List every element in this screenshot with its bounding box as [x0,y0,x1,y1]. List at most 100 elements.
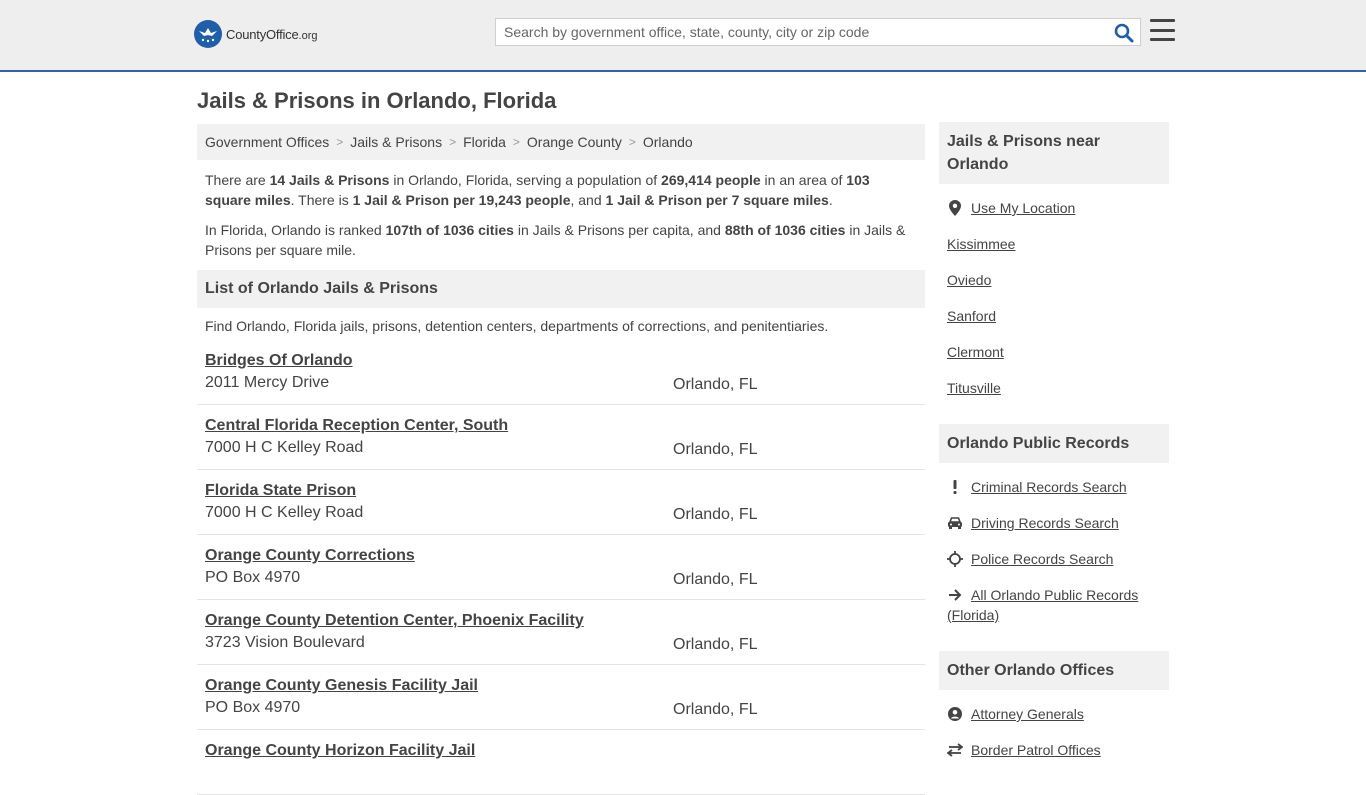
intro-text-span: In Florida, Orlando is ranked [205,222,386,238]
city-link-clermont[interactable]: Clermont [947,342,1004,362]
listing-city: Orlando, FL [673,571,758,588]
listing-name-link[interactable]: Orange County Horizon Facility Jail [205,742,475,760]
listing-address: 2011 Mercy Drive [205,374,330,391]
listing-city: Orlando, FL [673,701,758,718]
car-icon [947,513,963,533]
sidebar-other-title: Other Orlando Offices [939,651,1169,690]
main-content: Government Offices > Jails & Prisons > F… [197,124,925,795]
intro-bold-span: 1 Jail & Prison per 7 square miles [605,192,829,208]
breadcrumb-jails-prisons[interactable]: Jails & Prisons [350,134,442,150]
border-patrol-link[interactable]: Border Patrol Offices [971,740,1101,760]
breadcrumb-chevron-icon: > [512,135,520,149]
intro-bold-span: 88th of 1036 cities [724,222,846,238]
sidebar-near-list: Use My Location Kissimmee Oviedo Sanford… [939,184,1169,424]
intro-text-span: in an area of [760,172,847,188]
sidebar-other-list: Attorney Generals Border Patrol Offices [939,690,1169,786]
city-link-titusville[interactable]: Titusville [947,378,1001,398]
listing-name-link[interactable]: Orange County Genesis Facility Jail [205,677,478,695]
city-link-sanford[interactable]: Sanford [947,306,996,326]
criminal-records-link[interactable]: Criminal Records Search [971,477,1127,497]
intro-paragraph-stats: There are 14 Jails & Prisons in Orlando,… [205,170,917,210]
logo-name: CountyOffice [226,26,299,42]
breadcrumb: Government Offices > Jails & Prisons > F… [197,124,925,160]
sidebar-item-use-location: Use My Location [947,198,1161,218]
logo-eagle-icon [194,20,222,48]
sidebar-item-border-patrol: Border Patrol Offices [947,740,1161,760]
sidebar-records-title: Orlando Public Records [939,424,1169,463]
list-item: Bridges Of Orlando 2011 Mercy Drive Orla… [197,340,925,405]
breadcrumb-chevron-icon: > [336,135,344,149]
intro-bold-span: 107th of 1036 cities [385,222,514,238]
breadcrumb-chevron-icon: > [628,135,636,149]
sidebar-item-city: Titusville [947,378,1161,398]
search-button[interactable] [1114,23,1134,43]
listing-name-link[interactable]: Orange County Corrections [205,547,415,565]
crosshair-icon [947,549,963,569]
listing-city: Orlando, FL [673,636,758,653]
sidebar-near-title: Jails & Prisons near Orlando [939,122,1169,184]
search-icon [1114,23,1134,43]
list-description: Find Orlando, Florida jails, prisons, de… [205,318,829,334]
intro-text-span: in Jails & Prisons per capita, and [513,222,725,238]
listing-city: Orlando, FL [673,441,758,458]
sidebar-item-city: Kissimmee [947,234,1161,254]
intro-text-span: , and [570,192,606,208]
sidebar-item-police-records: Police Records Search [947,549,1161,569]
listing-address: 3723 Vision Boulevard [205,634,365,651]
sidebar-item-all-records: All Orlando Public Records (Florida) [947,585,1161,625]
sidebar-item-driving-records: Driving Records Search [947,513,1161,533]
list-header: List of Orlando Jails & Prisons [197,270,925,308]
listing-address: 7000 H C Kelley Road [205,504,364,521]
menu-bar [1150,19,1175,22]
list-item: Orange County Horizon Facility Jail [197,730,925,795]
breadcrumb-orlando[interactable]: Orlando [643,134,693,150]
hamburger-menu-icon[interactable] [1150,19,1175,41]
list-item: Central Florida Reception Center, South … [197,405,925,470]
menu-bar [1150,38,1175,41]
listing-address: PO Box 4970 [205,699,301,716]
all-public-records-link[interactable]: All Orlando Public Records (Florida) [947,587,1138,623]
sidebar-item-city: Clermont [947,342,1161,362]
attorney-generals-link[interactable]: Attorney Generals [971,704,1084,724]
menu-bar [1150,28,1175,32]
intro-text-span: There are [205,172,270,188]
breadcrumb-government-offices[interactable]: Government Offices [205,134,329,150]
listing-city: Orlando, FL [673,376,758,393]
search-bar [495,18,1141,46]
police-records-link[interactable]: Police Records Search [971,549,1113,569]
sidebar-item-criminal-records: Criminal Records Search [947,477,1161,497]
search-input[interactable] [496,19,1096,45]
listing-address: 7000 H C Kelley Road [205,439,364,456]
site-logo[interactable]: CountyOffice.org [194,20,317,48]
intro-bold-span: 1 Jail & Prison per 19,243 people [352,192,571,208]
listing-name-link[interactable]: Central Florida Reception Center, South [205,417,508,435]
intro-text: There are 14 Jails & Prisons in Orlando,… [197,160,925,260]
list-item: Orange County Detention Center, Phoenix … [197,600,925,665]
map-marker-icon [947,198,963,218]
breadcrumb-orange-county[interactable]: Orange County [527,134,622,150]
breadcrumb-florida[interactable]: Florida [463,134,506,150]
listing-address: PO Box 4970 [205,569,301,586]
use-location-link[interactable]: Use My Location [971,198,1075,218]
list-item: Orange County Genesis Facility Jail PO B… [197,665,925,730]
page-title: Jails & Prisons in Orlando, Florida [197,88,557,113]
sidebar: Jails & Prisons near Orlando Use My Loca… [939,122,1169,786]
exclamation-icon [947,477,963,497]
intro-text-span: in Orlando, Florida, serving a populatio… [389,172,662,188]
listing-city: Orlando, FL [673,506,758,523]
logo-wordmark: CountyOffice.org [226,27,317,42]
list-item: Orange County Corrections PO Box 4970 Or… [197,535,925,600]
city-link-kissimmee[interactable]: Kissimmee [947,234,1015,254]
user-icon [947,704,963,724]
listing-name-link[interactable]: Florida State Prison [205,482,356,500]
driving-records-link[interactable]: Driving Records Search [971,513,1119,533]
intro-text-span: . There is [290,192,353,208]
breadcrumb-chevron-icon: > [449,135,457,149]
city-link-oviedo[interactable]: Oviedo [947,270,991,290]
listing-name-link[interactable]: Bridges Of Orlando [205,352,353,370]
intro-bold-span: 269,414 people [661,172,761,188]
listing-name-link[interactable]: Orange County Detention Center, Phoenix … [205,612,584,630]
sidebar-item-attorney-generals: Attorney Generals [947,704,1161,724]
sidebar-item-city: Sanford [947,306,1161,326]
intro-paragraph-rank: In Florida, Orlando is ranked 107th of 1… [205,220,917,260]
